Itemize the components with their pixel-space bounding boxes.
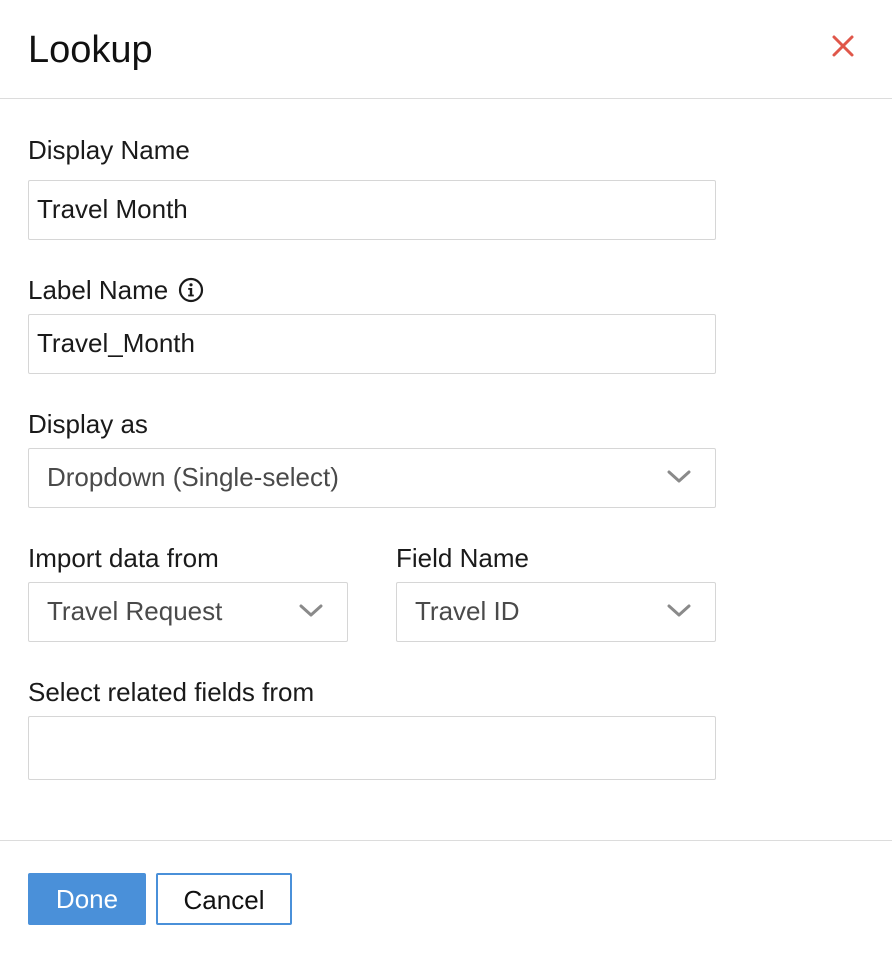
import-data-from-select[interactable]: Travel Request bbox=[28, 582, 348, 642]
label-name-label-text: Label Name bbox=[28, 275, 169, 305]
label-name-label: Label Name bbox=[28, 274, 204, 306]
cancel-button[interactable]: Cancel bbox=[156, 873, 292, 925]
related-fields-label: Select related fields from bbox=[28, 677, 315, 707]
display-name-input[interactable]: Travel Month bbox=[28, 180, 716, 240]
chevron-down-icon bbox=[667, 604, 691, 617]
lookup-dialog: Lookup Display Name Travel Month Label N… bbox=[0, 0, 892, 954]
import-data-from-label: Import data from bbox=[28, 543, 219, 573]
display-as-value: Dropdown (Single-select) bbox=[47, 462, 339, 492]
display-name-label: Display Name bbox=[28, 135, 190, 165]
done-button[interactable]: Done bbox=[28, 873, 146, 925]
field-name-label: Field Name bbox=[396, 543, 529, 573]
display-as-label: Display as bbox=[28, 409, 148, 439]
close-icon[interactable] bbox=[829, 32, 857, 60]
chevron-down-icon bbox=[299, 604, 323, 617]
display-as-select[interactable]: Dropdown (Single-select) bbox=[28, 448, 716, 508]
info-icon[interactable] bbox=[178, 277, 204, 303]
field-name-value: Travel ID bbox=[415, 596, 520, 626]
field-name-select[interactable]: Travel ID bbox=[396, 582, 716, 642]
dialog-title: Lookup bbox=[28, 29, 153, 71]
dialog-header: Lookup bbox=[0, 0, 892, 99]
label-name-input[interactable]: Travel_Month bbox=[28, 314, 716, 374]
chevron-down-icon bbox=[667, 470, 691, 483]
dialog-footer: Done Cancel bbox=[0, 840, 892, 954]
related-fields-input[interactable] bbox=[28, 716, 716, 780]
import-data-from-value: Travel Request bbox=[47, 596, 223, 626]
